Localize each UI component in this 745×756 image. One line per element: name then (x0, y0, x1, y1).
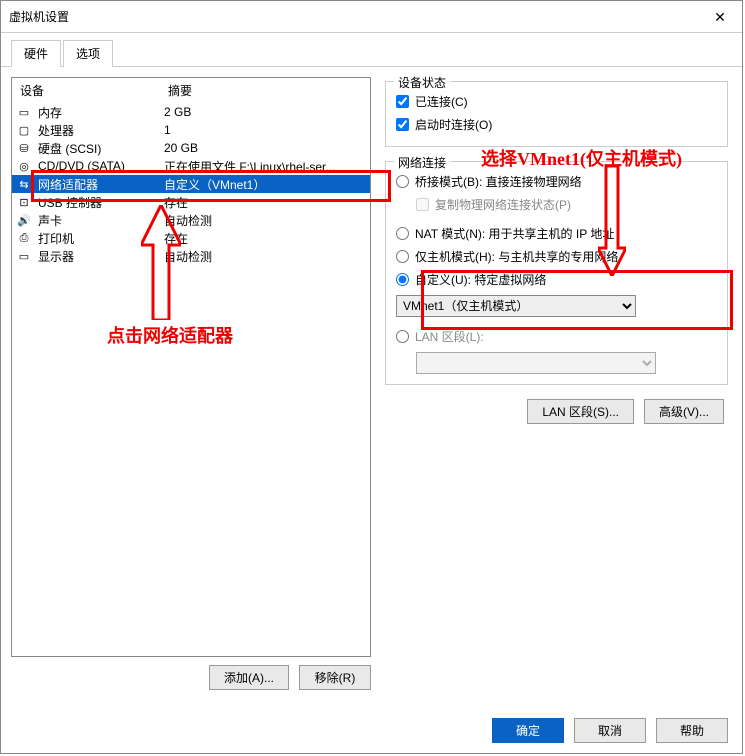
device-summary: 自动检测 (164, 212, 366, 229)
help-button[interactable]: 帮助 (656, 718, 728, 743)
cancel-button[interactable]: 取消 (574, 718, 646, 743)
lan-label: LAN 区段(L): (415, 328, 484, 345)
window-title: 虚拟机设置 (9, 8, 69, 25)
device-summary: 2 GB (164, 105, 366, 119)
hostonly-radio-row[interactable]: 仅主机模式(H): 与主机共享的专用网络 (396, 245, 717, 268)
replicate-label: 复制物理网络连接状态(P) (435, 196, 571, 213)
device-row-display[interactable]: ▭ 显示器 自动检测 (12, 247, 370, 265)
device-name: 内存 (38, 104, 164, 121)
disk-icon: ⛁ (16, 142, 32, 155)
lan-radio-row[interactable]: LAN 区段(L): (396, 325, 717, 348)
bridged-radio[interactable] (396, 175, 409, 188)
custom-radio-row[interactable]: 自定义(U): 特定虚拟网络 (396, 268, 717, 291)
bridged-radio-row[interactable]: 桥接模式(B): 直接连接物理网络 (396, 170, 717, 193)
device-row-cd[interactable]: ◎ CD/DVD (SATA) 正在使用文件 F:\Linux\rhel-ser… (12, 157, 370, 175)
right-panel: 设备状态 已连接(C) 启动时连接(O) 网络连接 桥接模式(B): 直接连接物… (381, 77, 732, 690)
device-summary: 1 (164, 123, 366, 137)
device-name: 硬盘 (SCSI) (38, 140, 164, 157)
device-row-memory[interactable]: ▭ 内存 2 GB (12, 103, 370, 121)
device-row-network[interactable]: ⇆ 网络适配器 自定义（VMnet1） (12, 175, 370, 193)
custom-network-select[interactable]: VMnet1（仅主机模式） (396, 295, 636, 317)
usb-icon: ⊡ (16, 196, 32, 209)
nat-radio-row[interactable]: NAT 模式(N): 用于共享主机的 IP 地址 (396, 222, 717, 245)
tab-hardware[interactable]: 硬件 (11, 40, 61, 67)
network-group: 网络连接 桥接模式(B): 直接连接物理网络 复制物理网络连接状态(P) NAT… (385, 161, 728, 385)
device-name: CD/DVD (SATA) (38, 159, 164, 173)
printer-icon: ⎙ (16, 232, 32, 245)
device-row-disk[interactable]: ⛁ 硬盘 (SCSI) 20 GB (12, 139, 370, 157)
cpu-icon: ▢ (16, 124, 32, 137)
connected-label: 已连接(C) (415, 93, 468, 110)
settings-window: 虚拟机设置 ✕ 硬件 选项 设备 摘要 ▭ 内存 2 GB ▢ 处理器 (0, 0, 743, 754)
network-icon: ⇆ (16, 178, 32, 191)
replicate-checkbox (416, 198, 429, 211)
content-area: 设备 摘要 ▭ 内存 2 GB ▢ 处理器 1 ⛁ 硬盘 (SCSI) 20 G… (1, 67, 742, 700)
device-name: 显示器 (38, 248, 164, 265)
custom-radio[interactable] (396, 273, 409, 286)
device-summary: 自动检测 (164, 248, 366, 265)
lan-radio[interactable] (396, 330, 409, 343)
device-summary: 存在 (164, 230, 366, 247)
tab-strip: 硬件 选项 (1, 33, 742, 67)
close-icon[interactable]: ✕ (698, 1, 742, 33)
cd-icon: ◎ (16, 160, 32, 173)
device-row-usb[interactable]: ⊡ USB 控制器 存在 (12, 193, 370, 211)
connect-on-label: 启动时连接(O) (415, 116, 492, 133)
status-group: 设备状态 已连接(C) 启动时连接(O) (385, 81, 728, 147)
hostonly-radio[interactable] (396, 250, 409, 263)
device-row-cpu[interactable]: ▢ 处理器 1 (12, 121, 370, 139)
lan-segment-select (416, 352, 656, 374)
device-name: 网络适配器 (38, 176, 164, 193)
device-name: 打印机 (38, 230, 164, 247)
custom-label: 自定义(U): 特定虚拟网络 (415, 271, 546, 288)
device-name: USB 控制器 (38, 194, 164, 211)
custom-select-row: VMnet1（仅主机模式） (396, 295, 717, 317)
device-name: 声卡 (38, 212, 164, 229)
lan-segments-button[interactable]: LAN 区段(S)... (527, 399, 634, 424)
bridged-label: 桥接模式(B): 直接连接物理网络 (415, 173, 582, 190)
ok-button[interactable]: 确定 (492, 718, 564, 743)
remove-button[interactable]: 移除(R) (299, 665, 371, 690)
hostonly-label: 仅主机模式(H): 与主机共享的专用网络 (415, 248, 618, 265)
lan-select-row (416, 352, 717, 374)
connected-check[interactable]: 已连接(C) (396, 90, 717, 113)
device-summary: 自定义（VMnet1） (164, 176, 366, 193)
device-summary: 存在 (164, 194, 366, 211)
device-name: 处理器 (38, 122, 164, 139)
device-row-printer[interactable]: ⎙ 打印机 存在 (12, 229, 370, 247)
advanced-button[interactable]: 高级(V)... (644, 399, 724, 424)
connect-on-checkbox[interactable] (396, 118, 409, 131)
left-button-row: 添加(A)... 移除(R) (11, 665, 371, 690)
device-row-sound[interactable]: 🔊 声卡 自动检测 (12, 211, 370, 229)
connect-on-check[interactable]: 启动时连接(O) (396, 113, 717, 136)
header-summary: 摘要 (168, 82, 362, 99)
connected-checkbox[interactable] (396, 95, 409, 108)
left-panel: 设备 摘要 ▭ 内存 2 GB ▢ 处理器 1 ⛁ 硬盘 (SCSI) 20 G… (11, 77, 371, 690)
dialog-buttons: 确定 取消 帮助 (492, 718, 728, 743)
nat-radio[interactable] (396, 227, 409, 240)
nat-label: NAT 模式(N): 用于共享主机的 IP 地址 (415, 225, 614, 242)
device-list: 设备 摘要 ▭ 内存 2 GB ▢ 处理器 1 ⛁ 硬盘 (SCSI) 20 G… (11, 77, 371, 657)
replicate-check-row: 复制物理网络连接状态(P) (416, 193, 717, 216)
add-button[interactable]: 添加(A)... (209, 665, 289, 690)
titlebar: 虚拟机设置 ✕ (1, 1, 742, 33)
device-summary: 20 GB (164, 141, 366, 155)
display-icon: ▭ (16, 250, 32, 263)
network-legend: 网络连接 (394, 154, 450, 171)
tab-options[interactable]: 选项 (63, 40, 113, 67)
sound-icon: 🔊 (16, 214, 32, 227)
memory-icon: ▭ (16, 106, 32, 119)
header-device: 设备 (20, 82, 168, 99)
right-button-row: LAN 区段(S)... 高级(V)... (385, 399, 728, 424)
device-summary: 正在使用文件 F:\Linux\rhel-ser... (164, 158, 366, 175)
device-header: 设备 摘要 (12, 78, 370, 103)
status-legend: 设备状态 (394, 74, 450, 91)
